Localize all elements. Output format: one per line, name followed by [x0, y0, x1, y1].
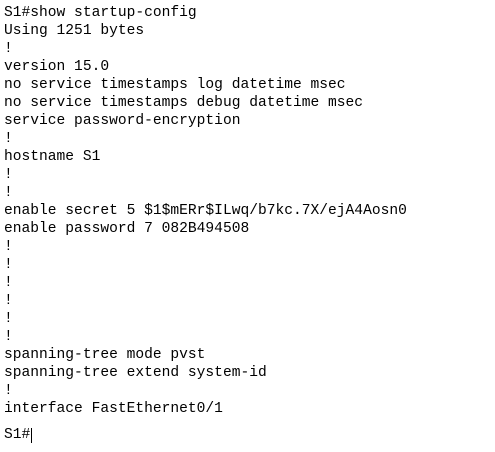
- text-cursor: [31, 427, 33, 443]
- terminal-window[interactable]: S1#show startup-config Using 1251 bytes …: [4, 4, 492, 448]
- output-line: spanning-tree extend system-id: [4, 365, 267, 381]
- output-line: !: [4, 311, 13, 327]
- output-line: hostname S1: [4, 149, 101, 165]
- output-line: service password-encryption: [4, 113, 241, 129]
- prompt-text: S1#: [4, 427, 31, 443]
- output-line: !: [4, 383, 13, 399]
- output-line: !: [4, 329, 13, 345]
- output-line: version 15.0: [4, 59, 110, 75]
- output-line: !: [4, 185, 13, 201]
- output-line: interface FastEthernet0/1: [4, 401, 223, 417]
- output-line: no service timestamps log datetime msec: [4, 77, 346, 93]
- output-line: enable secret 5 $1$mERr$ILwq/b7kc.7X/ejA…: [4, 203, 407, 219]
- output-line: no service timestamps debug datetime mse…: [4, 95, 364, 111]
- output-line: !: [4, 293, 13, 309]
- output-line: !: [4, 257, 13, 273]
- output-line: spanning-tree mode pvst: [4, 347, 206, 363]
- output-line: !: [4, 275, 13, 291]
- output-line: S1#show startup-config: [4, 5, 197, 21]
- output-line: Using 1251 bytes: [4, 23, 145, 39]
- output-line: !: [4, 167, 13, 183]
- output-line: !: [4, 131, 13, 147]
- output-line: enable password 7 082B494508: [4, 221, 250, 237]
- output-line: !: [4, 41, 13, 57]
- output-line: !: [4, 239, 13, 255]
- command-prompt[interactable]: S1#: [4, 426, 492, 444]
